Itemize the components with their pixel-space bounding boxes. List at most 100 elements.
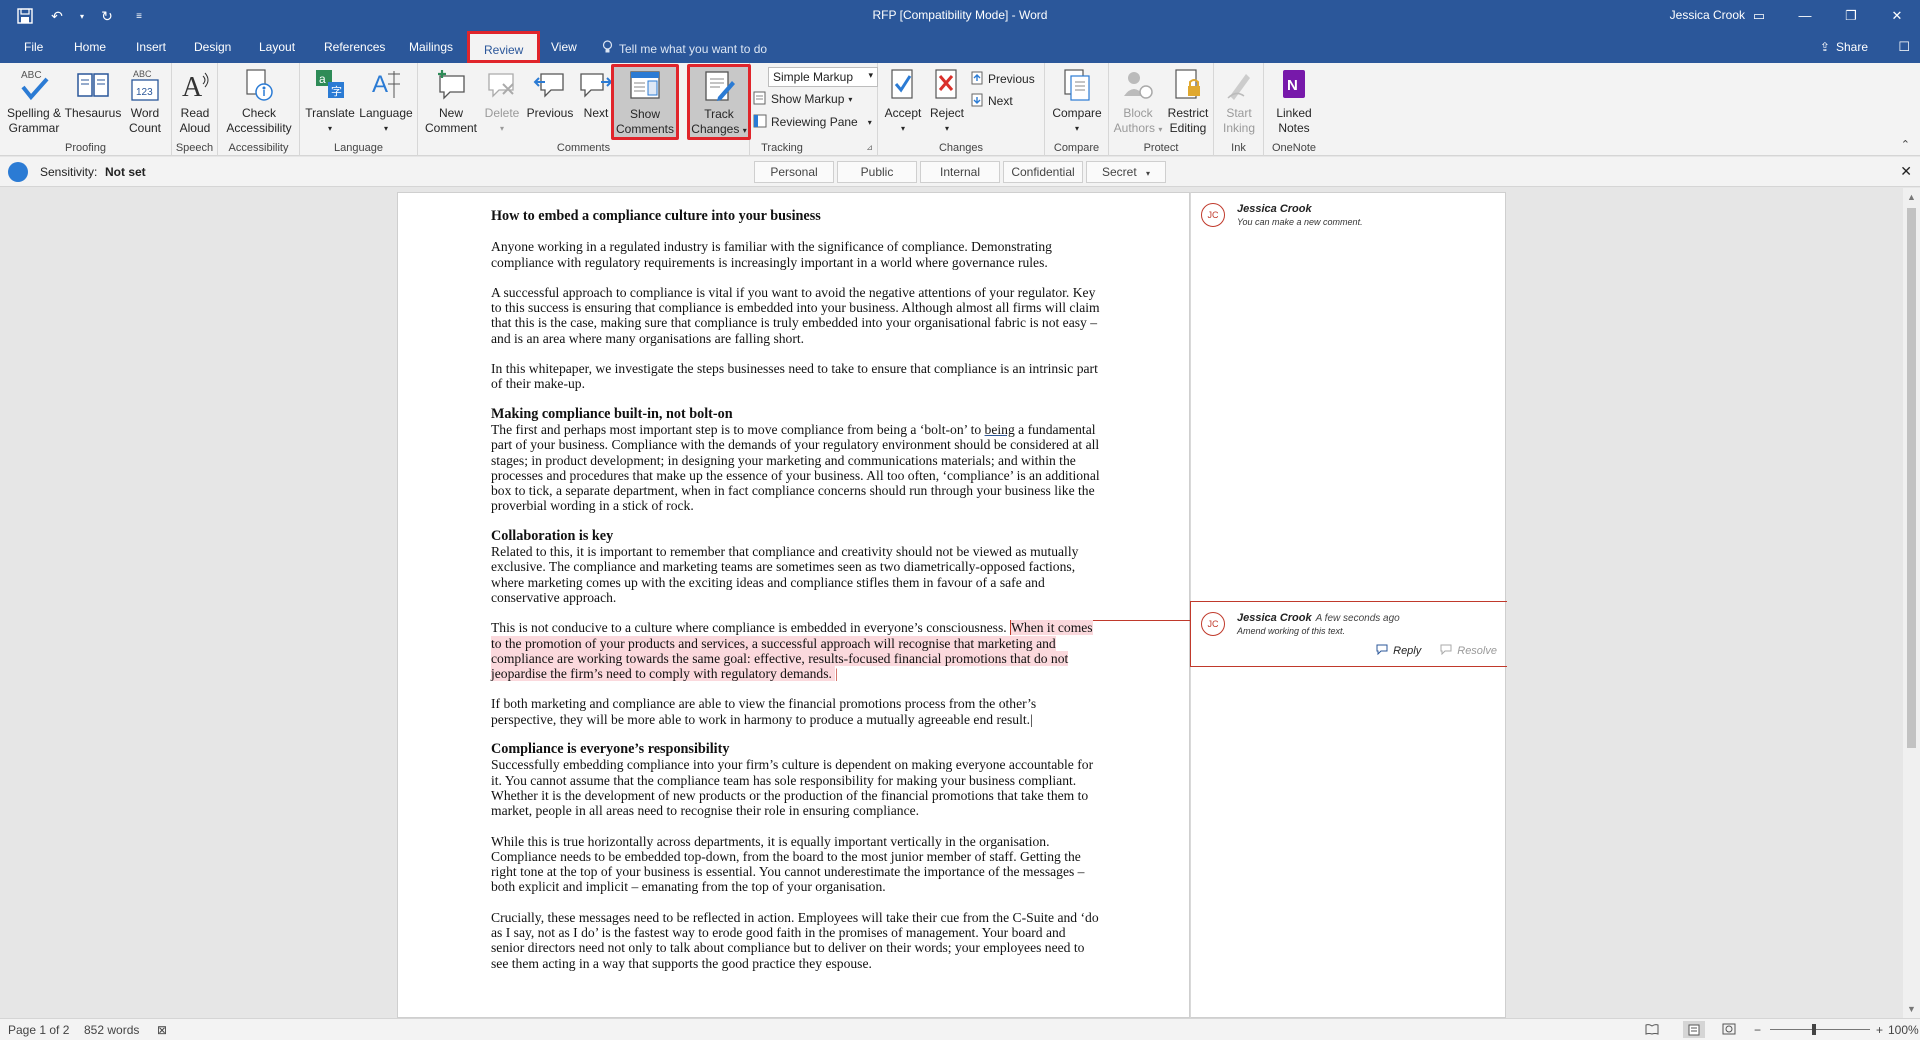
scroll-down-icon[interactable]: ▼ [1907,1004,1916,1014]
read-mode-icon[interactable] [1645,1023,1659,1038]
web-layout-icon[interactable] [1722,1023,1736,1038]
tab-layout[interactable]: Layout [253,38,301,56]
show-markup-button[interactable]: Show Markup ▾ [753,89,852,109]
close-button[interactable]: ✕ [1874,0,1920,31]
reject-dropdown-icon: ▾ [944,124,949,133]
tab-file[interactable]: File [18,38,49,56]
tab-home[interactable]: Home [68,38,112,56]
word-count[interactable]: 852 words [84,1023,139,1037]
tab-review[interactable]: Review [467,31,541,63]
zoom-slider[interactable] [1770,1029,1870,1030]
word-count-button[interactable]: ABC 123 Word Count [124,66,166,136]
reject-label: Reject [929,106,964,120]
linked-notes-button[interactable]: N Linked Notes [1268,66,1320,136]
group-compare: Compare ▾ Compare [1045,63,1109,156]
group-protect: Block Authors ▾ Restrict Editing Protect [1109,63,1214,156]
comment-text[interactable]: You can make a new comment. [1237,217,1497,227]
tab-references[interactable]: References [318,38,391,56]
previous-comment-button[interactable]: Previous [524,66,576,121]
group-accessibility: Check Accessibility Accessibility [218,63,300,156]
delete-comment-button[interactable]: Delete ▾ [480,66,524,136]
collapse-ribbon-icon[interactable]: ⌃ [1901,138,1910,151]
close-icon[interactable]: ✕ [1900,163,1912,180]
accept-button[interactable]: Accept ▾ [882,66,924,136]
translate-button[interactable]: a字 Translate ▾ [304,66,356,136]
zoom-slider-thumb[interactable] [1812,1024,1816,1035]
tab-view[interactable]: View [545,38,583,56]
accept-dropdown-icon: ▾ [900,124,905,133]
reject-button[interactable]: Reject ▾ [926,66,968,136]
secret-dropdown-icon: ▾ [1146,169,1151,178]
sensitivity-option-public[interactable]: Public [837,161,917,183]
svg-text:A: A [372,71,388,98]
tab-insert[interactable]: Insert [130,38,172,56]
document-body[interactable]: How to embed a compliance culture into y… [491,208,1101,986]
tab-design[interactable]: Design [188,38,237,56]
track-changes-button[interactable]: Track Changes ▾ [687,64,751,140]
thesaurus-button[interactable]: Thesaurus [62,66,124,121]
grammar-underlined-word[interactable]: being [985,422,1015,437]
group-label-speech: Speech [175,142,214,154]
comments-pane-icon[interactable]: ☐ [1898,39,1910,55]
start-inking-button[interactable]: Start Inking [1218,66,1260,136]
document-page[interactable]: How to embed a compliance culture into y… [397,192,1190,1018]
show-markup-dropdown-icon: ▾ [848,94,853,104]
scroll-up-icon[interactable]: ▲ [1907,192,1916,202]
language-button[interactable]: A Language ▾ [358,66,414,136]
check-accessibility-button[interactable]: Check Accessibility [222,66,296,136]
sensitivity-option-confidential[interactable]: Confidential [1003,161,1083,183]
print-layout-icon[interactable] [1683,1021,1705,1038]
next-comment-button[interactable]: Next [576,66,616,121]
compare-label: Compare [1052,106,1102,120]
ribbon-display-options-icon[interactable]: ▭ [1736,0,1782,31]
sensitivity-option-secret[interactable]: Secret ▾ [1086,161,1166,183]
spelling-grammar-button[interactable]: ABC Spelling & Grammar [6,66,62,136]
proofing-status-icon[interactable]: ⊠ [157,1023,167,1037]
reviewing-pane-button[interactable]: Reviewing Pane ▾ [753,112,872,132]
next-change-button[interactable]: Next [970,91,1013,111]
group-label-onenote: OneNote [1271,142,1317,154]
comment-card-active[interactable]: JC Jessica Crook A few seconds ago Amend … [1190,601,1507,667]
tell-me-placeholder: Tell me what you want to do [619,41,768,56]
minimize-button[interactable]: — [1782,0,1828,31]
zoom-level[interactable]: 100% [1888,1023,1919,1037]
markup-display-select[interactable]: Simple Markup ▾ [768,67,878,87]
share-button[interactable]: ⇪ Share [1820,40,1868,54]
show-markup-label: Show Markup [771,92,845,106]
resolve-button[interactable]: Resolve [1439,643,1497,658]
translate-icon: a字 [310,66,350,104]
read-aloud-button[interactable]: A Read Aloud [174,66,216,136]
tracking-dialog-launcher-icon[interactable]: ⊿ [866,143,873,152]
vertical-scrollbar[interactable]: ▲ ▼ [1903,188,1920,1018]
show-comments-label: Show [629,107,661,121]
zoom-out-icon[interactable]: − [1754,1023,1761,1037]
restrict-editing-button[interactable]: Restrict Editing [1165,66,1211,136]
block-authors-icon [1118,66,1158,104]
page-count[interactable]: Page 1 of 2 [8,1023,69,1037]
document-heading: How to embed a compliance culture into y… [491,208,821,224]
show-comments-button[interactable]: Show Comments [611,64,679,140]
comment-text[interactable]: Amend working of this text. [1237,626,1497,636]
sensitivity-option-internal[interactable]: Internal [920,161,1000,183]
previous-change-button[interactable]: Previous [970,69,1035,89]
previous-change-icon [970,71,984,88]
read-aloud-label: Read [180,106,210,120]
zoom-in-icon[interactable]: + [1876,1023,1883,1037]
delete-dropdown-icon: ▾ [499,124,504,133]
restore-button[interactable]: ❐ [1828,0,1874,31]
block-authors-button[interactable]: Block Authors ▾ [1113,66,1163,137]
check-label: Check [241,106,276,120]
start-inking-label-2: Inking [1222,121,1256,135]
lightbulb-icon [602,40,613,57]
sensitivity-option-personal[interactable]: Personal [754,161,834,183]
tell-me-search[interactable]: Tell me what you want to do [602,40,767,57]
new-comment-button[interactable]: New Comment [424,66,478,136]
tab-mailings[interactable]: Mailings [403,38,459,56]
track-changes-label-2: Changes [691,122,740,136]
comment-card[interactable]: JC Jessica Crook You can make a new comm… [1191,193,1507,235]
paragraph-text: This is not conducive to a culture where… [491,620,1011,636]
user-name[interactable]: Jessica Crook [1670,8,1745,22]
compare-button[interactable]: Compare ▾ [1049,66,1105,136]
reply-button[interactable]: Reply [1375,643,1421,658]
scrollbar-thumb[interactable] [1907,208,1916,748]
